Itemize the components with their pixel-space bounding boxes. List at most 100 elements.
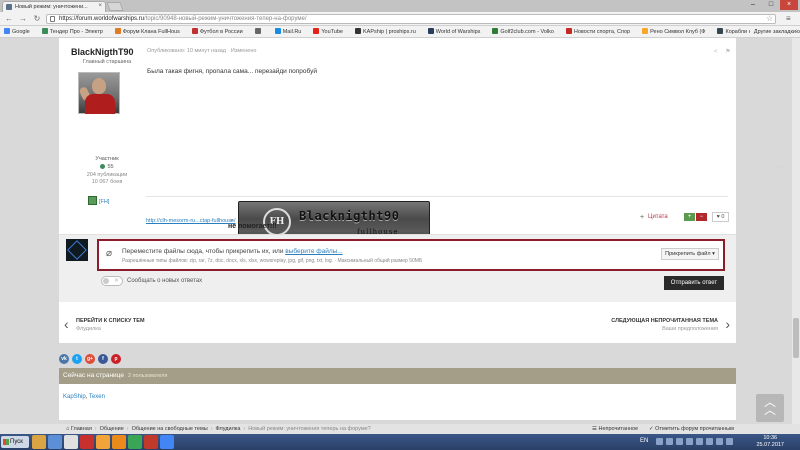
tray-icon[interactable] [706,438,713,445]
next-unread-link[interactable]: СЛЕДУЮЩАЯ НЕПРОЧИТАННАЯ ТЕМА Ваши предпо… [610,316,730,332]
browser-menu-icon[interactable]: ≡ [786,14,791,23]
share-f-icon[interactable]: f [98,354,108,364]
clan-logo-icon [88,196,97,205]
start-button[interactable]: Пуск [1,436,29,448]
minimize-icon[interactable]: – [744,0,762,10]
tray-icon[interactable] [666,438,673,445]
bookmark-item[interactable]: YouTube [309,26,343,37]
share-vk-icon[interactable]: vk [59,354,69,364]
attachment-dropzone[interactable]: ⌀ Переместите файлы сюда, чтобы прикрепи… [97,239,725,271]
online-user[interactable]: KapShip [63,394,86,400]
clock-time: 10:36 [763,435,778,441]
forward-icon[interactable]: → [18,14,28,24]
tray-icon[interactable] [696,438,703,445]
downvote-button[interactable]: − [696,213,707,221]
other-bookmarks[interactable]: Другие закладки [749,26,796,37]
volume-icon[interactable] [716,438,723,445]
page-scrollbar[interactable] [792,38,800,424]
bookmark-item[interactable]: World of Warships [424,26,480,37]
share-p-icon[interactable]: p [111,354,121,364]
address-bar-row: ← → ↻ https://forum.worldofwarships.ru/t… [0,12,800,26]
breadcrumb-sep: › [94,426,97,432]
taskbar-app-icon[interactable] [48,435,62,449]
tray-icon[interactable] [686,438,693,445]
reaction-count[interactable]: ♥ 0 [712,212,729,222]
breadcrumb-item[interactable]: Главная [71,426,92,432]
author-publications: 204 публикации [86,172,128,178]
taskbar-app-icon[interactable] [112,435,126,449]
taskbar-app-icon[interactable] [160,435,174,449]
tray-icon[interactable] [676,438,683,445]
scrollbar-thumb[interactable] [793,318,799,358]
url-input[interactable]: https://forum.worldofwarships.ru/topic/9… [46,14,776,24]
share-icon[interactable]: < [714,49,718,55]
bookmark-item[interactable]: Тендер Про - Электр [38,26,103,37]
breadcrumb-item[interactable]: Флудилка [216,426,241,432]
signature-link[interactable]: http://clh-mesorm-ru...ctap-fullhouse/ [146,218,236,224]
language-indicator[interactable]: EN [640,438,648,444]
taskbar-app-icon[interactable] [64,435,78,449]
taskbar-app-icon[interactable] [80,435,94,449]
attach-file-button[interactable]: Прикрепить файл ▾ [661,248,719,260]
close-window-icon[interactable]: × [780,0,798,10]
chevron-right-icon: › [725,316,730,332]
taskbar-app-icon[interactable] [96,435,110,449]
bookmark-item[interactable]: Футбол в России [188,26,243,37]
author-name[interactable]: BlackNigthT90 [71,47,134,57]
multiquote-icon[interactable]: + [640,214,644,221]
signature-toggle-icon[interactable]: ⋯ [777,164,783,171]
taskbar-app-icon[interactable] [144,435,158,449]
windows-logo-icon [3,439,9,445]
taskbar-app-icon[interactable] [32,435,46,449]
mark-forum-read-link[interactable]: ✓ Отметить форум прочитанным [649,424,734,434]
double-chevron-up-icon: ︿ ︿ [763,395,776,417]
bookmark-favicon-icon [191,28,198,34]
bookmark-favicon-icon [565,28,572,34]
bookmark-star-icon[interactable]: ☆ [766,14,773,23]
clock[interactable]: 10:36 25.07.2017 [756,435,784,449]
notify-toggle[interactable]: ✕ [101,276,123,286]
post-meta: Опубликовано: 10 минут назад · Изменено [147,48,256,54]
share-g-icon[interactable]: g+ [85,354,95,364]
quote-button[interactable]: Цитата [648,213,668,221]
author-clan[interactable]: [FH] [88,196,109,205]
bookmark-label: KAPship | proships.ru [362,29,416,35]
back-icon[interactable]: ← [4,14,14,24]
tab-title: Новый режим: уничтожени... [15,4,88,10]
post-date[interactable]: Опубликовано: 10 минут назад [147,48,226,54]
bookmark-item[interactable]: Google [0,26,30,37]
bookmark-item[interactable]: Новости спорта, Спор [562,26,630,37]
bookmark-item[interactable]: Форум Клана FullHous [111,26,180,37]
taskbar-app-icon[interactable] [128,435,142,449]
close-tab-icon[interactable]: × [98,3,102,9]
submit-reply-button[interactable]: Отправить ответ [664,276,724,290]
report-icon[interactable]: ⚑ [725,49,730,55]
breadcrumb-sep: › [126,426,129,432]
online-users-header: Сейчас на странице 2 пользователя [59,368,736,384]
scroll-to-top-button[interactable]: ︿ ︿ [756,394,784,422]
bookmarks-bar: Google Тендер Про - Электр Форум Клана Ful… [0,26,800,38]
maximize-icon[interactable]: □ [762,0,780,10]
tray-icon[interactable] [656,438,663,445]
browser-tab[interactable]: Новый режим: уничтожени... × [2,1,106,12]
choose-files-link[interactable]: выберите файлы... [285,248,342,255]
favicon-icon [6,4,12,10]
upvote-button[interactable]: + [684,213,695,221]
unread-link[interactable]: ☰ Непрочитанное [592,424,638,434]
post-actions: < ⚑ [714,48,731,55]
back-to-topics-link[interactable]: ‹ ПЕРЕЙТИ К СПИСКУ ТЕМ Флудилка [64,316,145,332]
bookmark-item[interactable]: Mail.Ru [271,26,301,37]
author-avatar[interactable] [78,72,120,114]
breadcrumb-item[interactable]: Общение на свободные темы [132,426,208,432]
online-user[interactable]: Texen [89,394,105,400]
new-tab-button[interactable] [106,2,124,11]
next-title: СЛЕДУЮЩАЯ НЕПРОЧИТАННАЯ ТЕМА [611,318,718,324]
bookmark-item[interactable]: Golf2club.com - Volko [488,26,554,37]
reload-icon[interactable]: ↻ [32,14,42,24]
share-t-icon[interactable]: t [72,354,82,364]
bookmark-item[interactable]: KAPship | proships.ru [351,26,416,37]
network-icon[interactable] [726,438,733,445]
bookmark-item[interactable]: Рено Символ Клуб (Ф [638,26,705,37]
breadcrumb-item[interactable]: Общение [100,426,124,432]
bookmark-item[interactable] [251,26,263,37]
